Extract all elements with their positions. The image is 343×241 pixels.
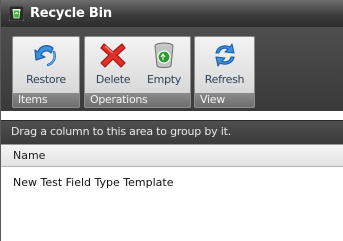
restore-arrow-icon [31, 40, 61, 70]
group-by-area[interactable]: Drag a column to this area to group by i… [1, 120, 343, 144]
title-bar[interactable]: Recycle Bin [1, 0, 343, 27]
group-caption-items: Items [13, 93, 79, 107]
restore-label: Restore [26, 73, 66, 86]
table-row[interactable]: New Test Field Type Template [1, 173, 343, 193]
empty-button[interactable]: Empty [139, 37, 189, 94]
group-caption-view: View [195, 93, 254, 107]
ribbon-separator [1, 111, 343, 120]
recycle-bin-window: Recycle Bin Restore Items Delete Empty O… [0, 0, 343, 241]
group-caption-operations: Operations [85, 93, 190, 107]
ribbon-toolbar: Restore Items Delete Empty Operations Re… [1, 27, 343, 111]
empty-label: Empty [147, 73, 181, 86]
ribbon-group-operations: Delete Empty Operations [84, 36, 191, 108]
empty-bin-icon [149, 40, 179, 70]
column-header-name[interactable]: Name [1, 144, 343, 167]
refresh-button[interactable]: Refresh [195, 37, 254, 94]
recycle-bin-icon [8, 5, 25, 22]
refresh-icon [210, 40, 240, 70]
delete-x-icon [98, 40, 128, 70]
delete-label: Delete [95, 73, 131, 86]
delete-button[interactable]: Delete [87, 37, 139, 94]
ribbon-group-items: Restore Items [12, 36, 80, 108]
refresh-label: Refresh [204, 73, 245, 86]
restore-button[interactable]: Restore [13, 37, 79, 94]
window-title: Recycle Bin [30, 6, 112, 21]
ribbon-group-view: Refresh View [194, 36, 255, 108]
